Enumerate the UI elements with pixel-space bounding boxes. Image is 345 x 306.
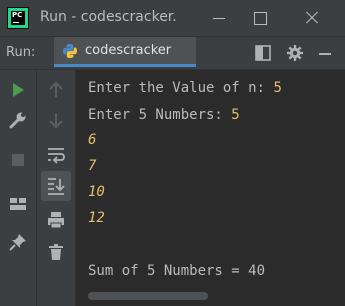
soft-wrap-icon[interactable] bbox=[46, 145, 66, 165]
python-icon bbox=[63, 44, 77, 58]
hide-panel-icon[interactable] bbox=[316, 44, 334, 62]
console-line: 7 bbox=[88, 158, 96, 174]
minimize-button[interactable] bbox=[207, 6, 231, 30]
logo-text: PC bbox=[12, 11, 23, 19]
layout-grid-icon[interactable] bbox=[8, 194, 28, 214]
console-prompt: Sum of 5 Numbers = 40 bbox=[88, 263, 266, 279]
title-bar: PC Run - codescracker. bbox=[0, 0, 345, 37]
console-toolbar bbox=[37, 70, 76, 306]
layout-icon[interactable] bbox=[254, 44, 272, 62]
run-tab-label: codescracker bbox=[85, 43, 172, 58]
scroll-to-end-icon bbox=[48, 178, 65, 195]
run-toolbar bbox=[0, 70, 37, 306]
console-input: 5 bbox=[231, 107, 240, 123]
horizontal-scrollbar[interactable] bbox=[88, 292, 208, 300]
run-tab-codescracker[interactable]: codescracker bbox=[54, 37, 196, 67]
console-line: 10 bbox=[88, 184, 105, 200]
run-label: Run: bbox=[6, 45, 36, 60]
console-line: Enter 5 Numbers: 5 bbox=[88, 107, 240, 123]
console-output[interactable]: Enter the Value of n: 5 Enter 5 Numbers:… bbox=[76, 70, 345, 306]
console-input: 12 bbox=[88, 210, 105, 226]
window-title: Run - codescracker. bbox=[40, 9, 177, 25]
close-button[interactable] bbox=[300, 6, 324, 30]
up-arrow-icon[interactable] bbox=[46, 80, 66, 100]
pin-icon[interactable] bbox=[8, 232, 28, 252]
trash-icon[interactable] bbox=[46, 242, 66, 262]
run-panel-header: Run: codescracker bbox=[0, 37, 345, 70]
console-line: 6 bbox=[88, 132, 96, 148]
wrench-icon[interactable] bbox=[8, 110, 28, 130]
console-line: 12 bbox=[88, 210, 105, 226]
console-input: 5 bbox=[273, 80, 282, 96]
stop-icon[interactable] bbox=[8, 150, 28, 170]
run-icon[interactable] bbox=[8, 80, 28, 100]
console-prompt: Enter 5 Numbers: bbox=[88, 107, 232, 123]
console-input: 10 bbox=[88, 184, 105, 200]
console-line: Enter the Value of n: 5 bbox=[88, 80, 282, 96]
maximize-button[interactable] bbox=[248, 6, 272, 30]
console-line: Sum of 5 Numbers = 40 bbox=[88, 263, 265, 279]
console-input: 6 bbox=[88, 132, 97, 148]
print-icon[interactable] bbox=[46, 210, 66, 230]
pycharm-logo: PC bbox=[7, 7, 29, 29]
console-input: 7 bbox=[88, 158, 97, 174]
gear-icon[interactable] bbox=[286, 44, 304, 62]
console-prompt: Enter the Value of n: bbox=[88, 80, 274, 96]
down-arrow-icon[interactable] bbox=[46, 110, 66, 130]
scroll-to-end-toggle[interactable] bbox=[41, 171, 71, 201]
